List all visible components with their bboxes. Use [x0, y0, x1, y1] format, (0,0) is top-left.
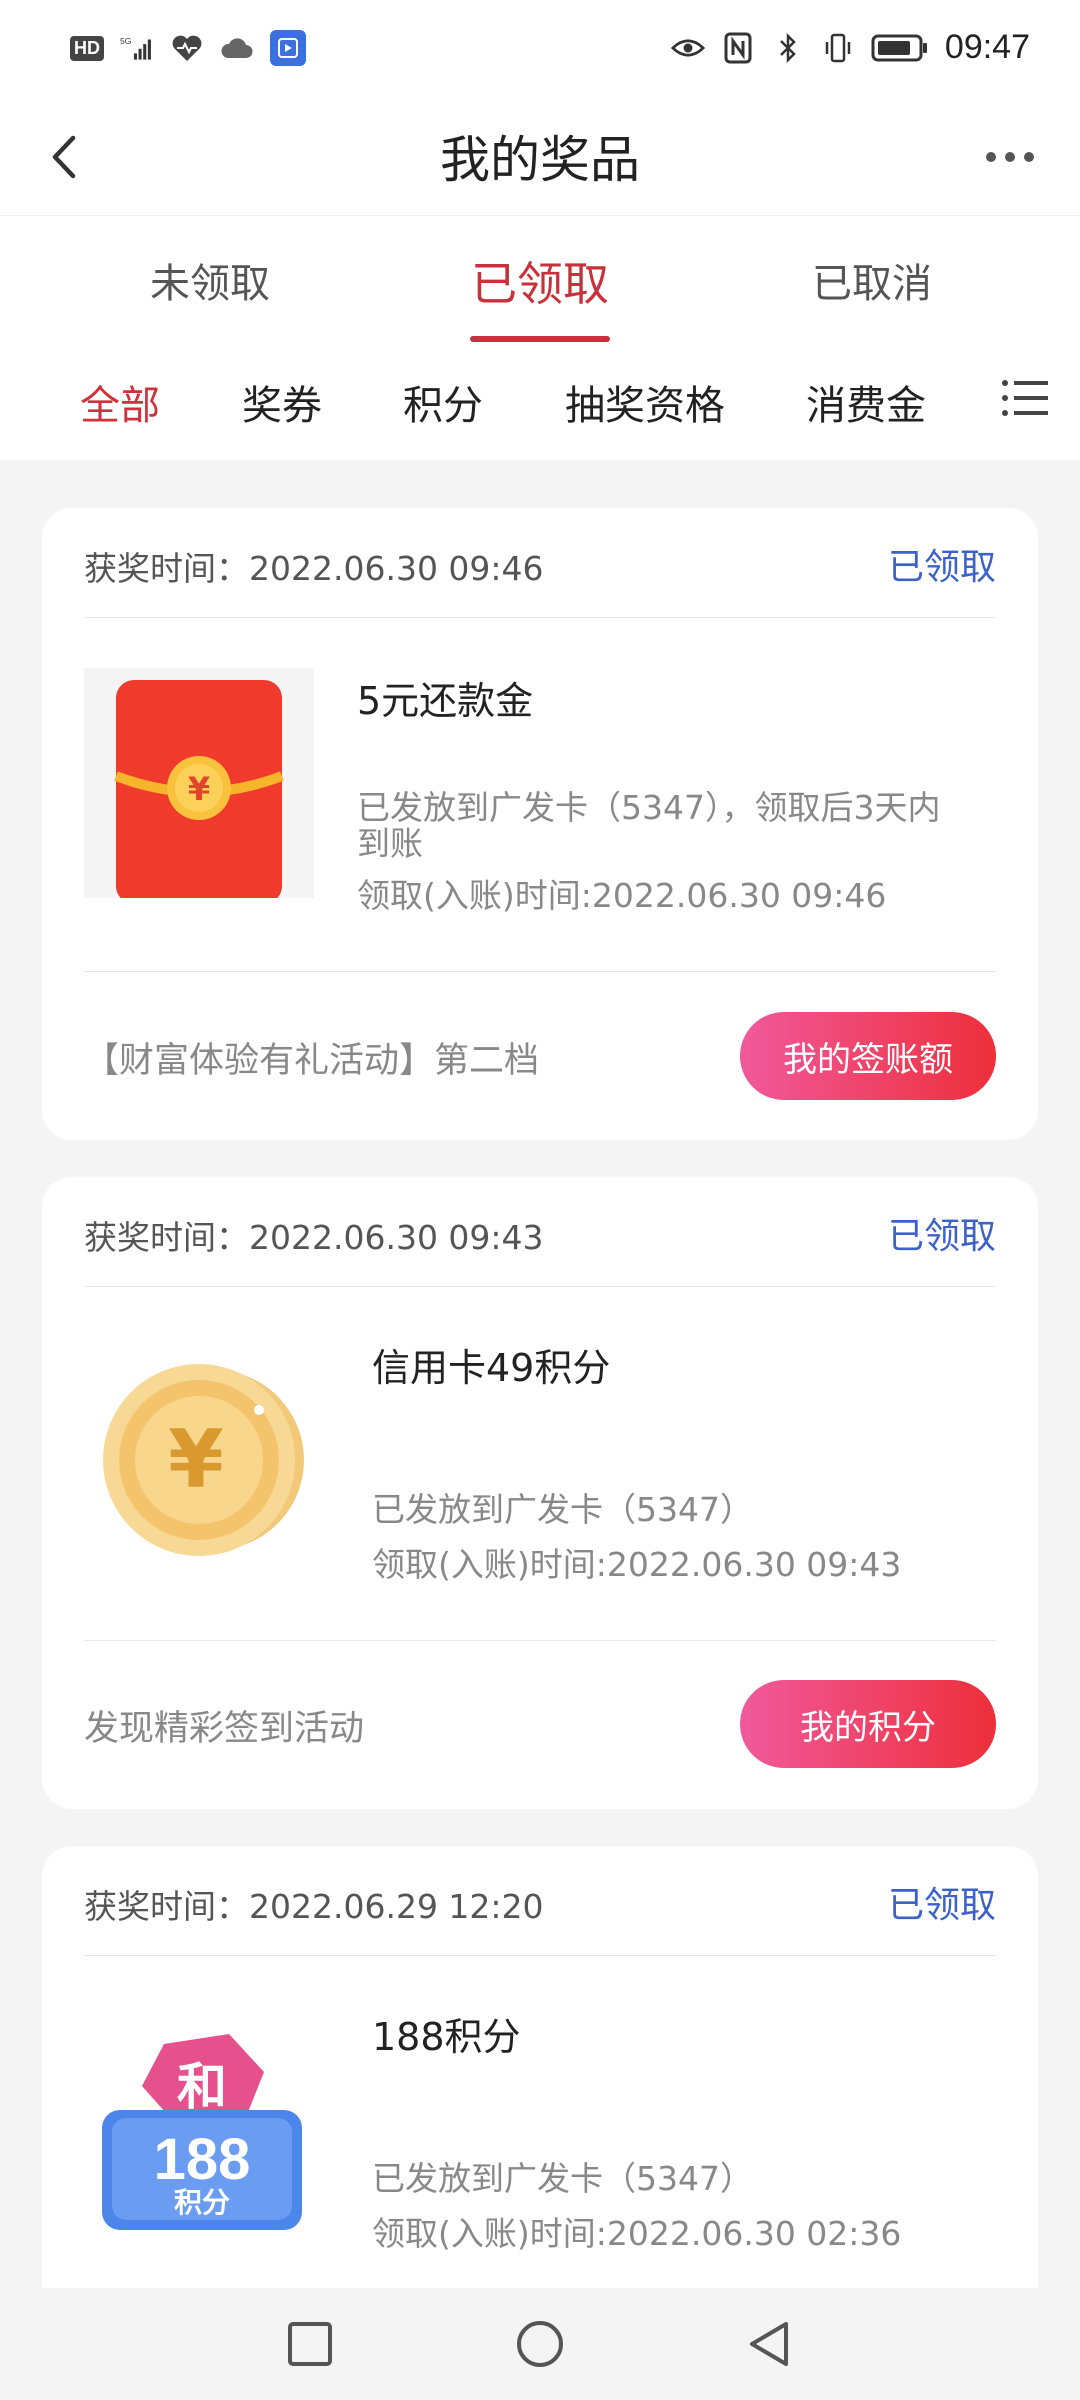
claim-status: 已领取	[887, 547, 996, 588]
prize-card[interactable]: 获奖时间：2022.06.30 09:43 已领取 ¥ 信用卡49积分 已发放到…	[42, 1177, 1038, 1809]
badge-unit: 积分	[174, 2186, 230, 2219]
home-button[interactable]	[512, 2316, 568, 2372]
triangle-back-icon	[750, 2322, 788, 2366]
filter-lottery[interactable]: 抽奖资格	[565, 373, 725, 431]
card-header: 获奖时间：2022.06.30 09:46 已领取	[84, 508, 996, 618]
nav-bar: 我的奖品	[0, 100, 1080, 215]
badge-top-char: 和	[177, 2058, 227, 2116]
status-bar: HD 5G 09:47	[0, 0, 1080, 100]
svg-text:¥: ¥	[168, 1413, 224, 1506]
receive-time: 领取(入账)时间:2022.06.30 02:36	[372, 2214, 902, 2253]
recent-apps-button[interactable]	[282, 2316, 338, 2372]
badge-number: 188	[154, 2127, 251, 2192]
cloud-icon	[220, 31, 254, 65]
filter-consumption-gold[interactable]: 消费金	[806, 373, 926, 431]
more-dots-icon	[986, 152, 1034, 162]
svg-text:¥: ¥	[188, 770, 210, 808]
health-icon	[170, 31, 204, 65]
card-divider	[84, 971, 996, 972]
prize-delivery-info-cont: 到账	[357, 824, 423, 863]
status-left-icons: HD 5G	[70, 30, 306, 66]
activity-name: 【财富体验有礼活动】第二档	[84, 1041, 540, 1081]
prize-delivery-info: 已发放到广发卡（5347），领取后3天内	[357, 788, 941, 827]
prize-name: 信用卡49积分	[372, 1346, 611, 1390]
points-badge-icon: 和 188 积分	[84, 2014, 314, 2244]
gold-coin-icon: ¥	[84, 1345, 314, 1575]
category-filters: 全部 奖券 积分 抽奖资格 消费金	[0, 345, 1080, 460]
card-divider	[84, 1640, 996, 1641]
claim-status: 已领取	[887, 1885, 996, 1926]
award-time: 获奖时间：2022.06.30 09:46	[84, 549, 544, 588]
nfc-icon	[721, 31, 755, 65]
filter-points[interactable]: 积分	[403, 373, 483, 431]
square-icon	[288, 2322, 332, 2366]
active-tab-indicator	[470, 336, 610, 342]
receive-time: 领取(入账)时间:2022.06.30 09:46	[357, 876, 887, 915]
vibrate-icon	[821, 31, 855, 65]
card-header: 获奖时间：2022.06.30 09:43 已领取	[84, 1177, 996, 1287]
list-icon	[1002, 380, 1048, 416]
award-time: 获奖时间：2022.06.29 12:20	[84, 1887, 544, 1926]
app-notification-icon	[270, 30, 306, 66]
page-title: 我的奖品	[440, 131, 640, 189]
eye-icon	[670, 31, 705, 65]
prize-card[interactable]: 获奖时间：2022.06.30 09:46 已领取 ¥ 5元还款金 已发放到广发…	[42, 508, 1038, 1140]
back-nav-button[interactable]	[742, 2316, 798, 2372]
filter-all[interactable]: 全部	[80, 373, 160, 431]
status-right-icons: 09:47	[670, 28, 1030, 67]
activity-name: 发现精彩签到活动	[84, 1709, 365, 1749]
award-time: 获奖时间：2022.06.30 09:43	[84, 1218, 544, 1257]
category-menu-button[interactable]	[1000, 373, 1050, 423]
prize-delivery-info: 已发放到广发卡（5347）	[372, 2159, 753, 2198]
prize-name: 188积分	[372, 2015, 521, 2059]
red-envelope-icon: ¥	[84, 668, 314, 904]
my-bill-amount-button[interactable]: 我的签账额	[740, 1012, 996, 1100]
svg-text:5G: 5G	[120, 36, 131, 46]
prize-delivery-info: 已发放到广发卡（5347）	[372, 1490, 753, 1529]
5g-signal-icon: 5G	[120, 31, 154, 65]
hd-icon: HD	[70, 35, 104, 61]
bluetooth-icon	[771, 31, 805, 65]
my-points-button[interactable]: 我的积分	[740, 1680, 996, 1768]
filter-vouchers[interactable]: 奖券	[242, 373, 322, 431]
tab-claimed[interactable]: 已领取	[455, 248, 625, 314]
prize-name: 5元还款金	[357, 679, 534, 723]
more-options-button[interactable]	[970, 122, 1050, 192]
system-nav-bar	[0, 2288, 1080, 2400]
receive-time: 领取(入账)时间:2022.06.30 09:43	[372, 1545, 902, 1584]
card-header: 获奖时间：2022.06.29 12:20 已领取	[84, 1846, 996, 1956]
claim-status: 已领取	[887, 1216, 996, 1257]
tab-cancelled[interactable]: 已取消	[792, 251, 952, 309]
circle-icon	[517, 2321, 563, 2367]
status-time: 09:47	[944, 28, 1030, 66]
battery-icon	[871, 31, 929, 65]
status-tabs: 未领取 已领取 已取消	[0, 215, 1080, 345]
tab-unclaimed[interactable]: 未领取	[130, 251, 290, 309]
